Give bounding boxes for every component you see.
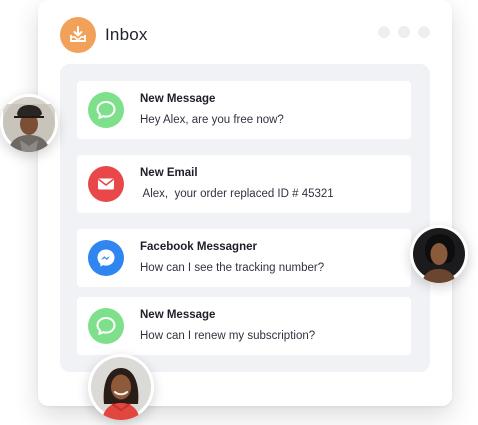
page-title: Inbox <box>105 25 148 44</box>
avatar-woman-braids <box>88 354 154 420</box>
inbox-window: Inbox New Message Hey Alex, are you free… <box>38 0 452 406</box>
message-list: New Message Hey Alex, are you free now? … <box>60 64 430 372</box>
message-title: New Message <box>140 309 216 321</box>
window-control-dot[interactable] <box>398 26 410 38</box>
message-preview: Alex, your order replaced ID # 45321 <box>140 188 334 200</box>
message-title: New Email <box>140 167 198 179</box>
inbox-showcase: Inbox New Message Hey Alex, are you free… <box>0 0 478 425</box>
messenger-icon <box>88 240 124 276</box>
message-item[interactable]: New Message Hey Alex, are you free now? <box>77 81 411 139</box>
message-title: New Message <box>140 93 216 105</box>
message-item[interactable]: New Email Alex, your order replaced ID #… <box>77 155 411 213</box>
message-preview: How can I see the tracking number? <box>140 262 325 274</box>
message-item[interactable]: Facebook Messagner How can I see the tra… <box>77 229 411 287</box>
window-control-dot[interactable] <box>418 26 430 38</box>
message-preview: How can I renew my subscription? <box>140 330 316 342</box>
message-preview: Hey Alex, are you free now? <box>140 114 284 126</box>
window-controls <box>378 26 430 38</box>
inbox-download-icon <box>60 17 96 53</box>
avatar-woman-dark <box>410 225 468 283</box>
chat-bubble-icon <box>88 308 124 344</box>
window-control-dot[interactable] <box>378 26 390 38</box>
message-title: Facebook Messagner <box>140 241 257 253</box>
envelope-icon <box>88 166 124 202</box>
message-item[interactable]: New Message How can I renew my subscript… <box>77 297 411 355</box>
inbox-header: Inbox <box>60 17 148 53</box>
avatar-man-hat <box>0 94 58 152</box>
chat-bubble-icon <box>88 92 124 128</box>
